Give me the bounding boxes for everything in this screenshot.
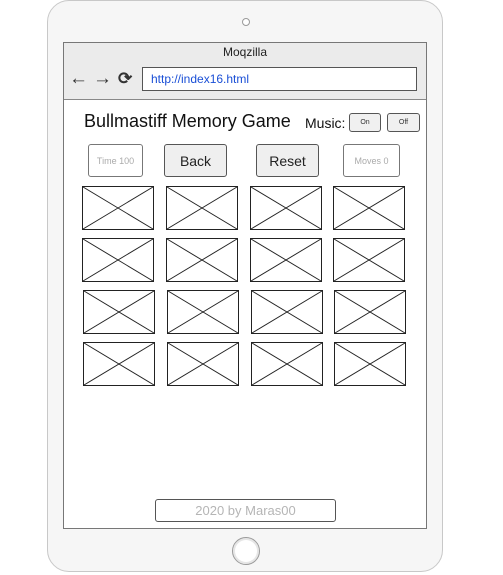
- image-placeholder-icon: [335, 291, 405, 333]
- music-label: Music:: [305, 115, 346, 131]
- browser-toolbar: Moqzilla ← → ⟳ http://index16.html: [64, 43, 426, 100]
- image-placeholder-icon: [83, 187, 153, 229]
- memory-card[interactable]: [251, 290, 323, 334]
- memory-card[interactable]: [333, 186, 405, 230]
- memory-card[interactable]: [250, 238, 322, 282]
- memory-card[interactable]: [333, 238, 405, 282]
- reload-icon[interactable]: ⟳: [118, 68, 132, 90]
- memory-card[interactable]: [167, 290, 239, 334]
- memory-card[interactable]: [166, 186, 238, 230]
- image-placeholder-icon: [167, 187, 237, 229]
- forward-arrow-icon[interactable]: →: [93, 68, 112, 90]
- image-placeholder-icon: [168, 343, 238, 385]
- reset-button[interactable]: Reset: [256, 144, 319, 177]
- image-placeholder-icon: [168, 291, 238, 333]
- page-title: Bullmastiff Memory Game: [84, 111, 291, 131]
- image-placeholder-icon: [84, 343, 154, 385]
- image-placeholder-icon: [83, 239, 153, 281]
- image-placeholder-icon: [252, 291, 322, 333]
- url-bar[interactable]: http://index16.html: [142, 67, 417, 91]
- time-counter: Time 100: [88, 144, 143, 177]
- image-placeholder-icon: [334, 187, 404, 229]
- browser-window: Moqzilla ← → ⟳ http://index16.html Bullm…: [63, 42, 427, 529]
- image-placeholder-icon: [84, 291, 154, 333]
- memory-card[interactable]: [251, 342, 323, 386]
- camera-icon: [242, 18, 250, 26]
- image-placeholder-icon: [167, 239, 237, 281]
- memory-card[interactable]: [167, 342, 239, 386]
- image-placeholder-icon: [251, 187, 321, 229]
- moves-counter: Moves 0: [343, 144, 400, 177]
- back-button[interactable]: Back: [164, 144, 227, 177]
- home-button[interactable]: [232, 537, 260, 565]
- memory-card[interactable]: [250, 186, 322, 230]
- image-placeholder-icon: [251, 239, 321, 281]
- back-arrow-icon[interactable]: ←: [69, 68, 88, 90]
- image-placeholder-icon: [335, 343, 405, 385]
- music-on-button[interactable]: On: [349, 113, 381, 132]
- music-off-button[interactable]: Off: [387, 113, 420, 132]
- memory-card[interactable]: [334, 290, 406, 334]
- memory-card[interactable]: [166, 238, 238, 282]
- memory-card[interactable]: [83, 342, 155, 386]
- memory-card[interactable]: [334, 342, 406, 386]
- memory-card[interactable]: [82, 186, 154, 230]
- image-placeholder-icon: [252, 343, 322, 385]
- memory-card[interactable]: [82, 238, 154, 282]
- browser-title: Moqzilla: [222, 45, 267, 59]
- memory-card[interactable]: [83, 290, 155, 334]
- footer-credit: 2020 by Maras00: [155, 499, 336, 522]
- image-placeholder-icon: [334, 239, 404, 281]
